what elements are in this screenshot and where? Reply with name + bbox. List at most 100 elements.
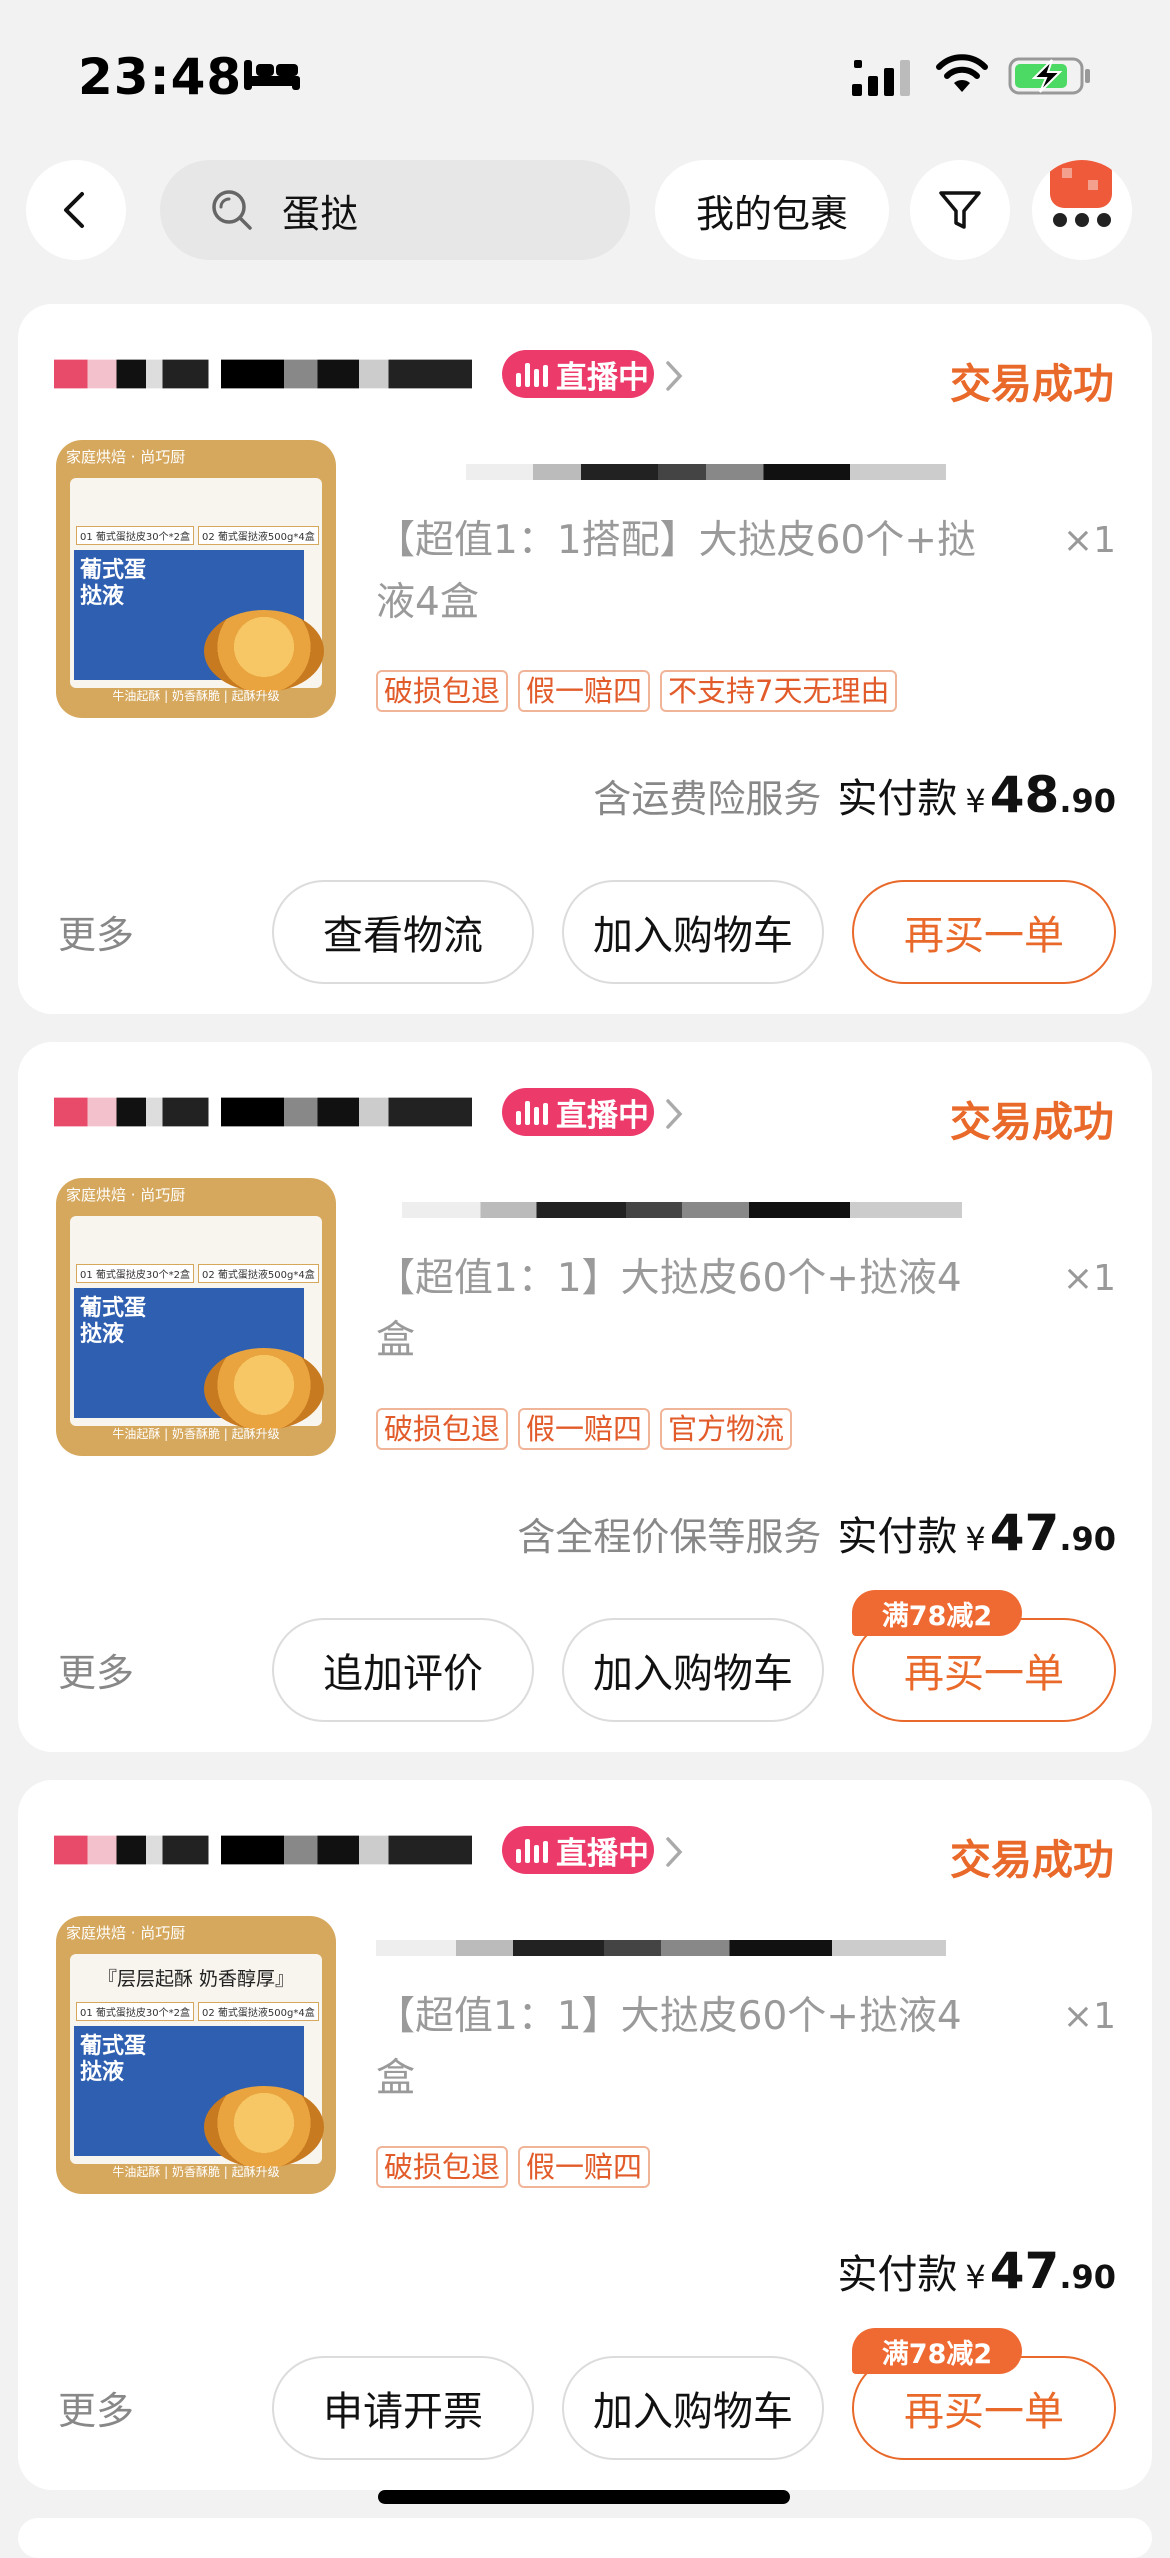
search-query: 蛋挞 — [282, 191, 359, 236]
search-input[interactable]: 蛋挞 — [160, 160, 630, 260]
service-tag: 破损包退 — [376, 670, 509, 712]
product-image-footer: 牛油起酥 | 奶香酥脆 | 起酥升级 — [112, 689, 280, 703]
order-status: 交易成功 — [950, 1836, 1114, 1884]
shop-name-redacted[interactable] — [54, 1835, 472, 1865]
status-bar: 23:48 — [0, 0, 1170, 150]
service-tag: 假一赔四 — [518, 1408, 651, 1450]
product-image-tag: 02 葡式蛋挞液500g*4盒 — [198, 2002, 319, 2021]
add-to-cart-button[interactable]: 加入购物车 — [562, 1618, 824, 1722]
more-dots-icon — [1050, 160, 1112, 227]
egg-tart-graphic — [204, 1348, 324, 1430]
paid-amount-decimal: .90 — [1059, 782, 1116, 820]
order-card[interactable]: 直播中 交易成功 家庭烘焙 · 尚巧厨 01 葡式蛋挞皮30个*2盒 02 葡式… — [18, 1042, 1152, 1752]
shop-row: 直播中 交易成功 — [54, 344, 1114, 408]
service-tags: 破损包退 假一赔四 — [376, 2146, 651, 2188]
live-bars-icon — [516, 1837, 548, 1863]
chevron-right-icon — [666, 361, 683, 391]
service-tag: 破损包退 — [376, 2146, 509, 2188]
live-label: 直播中 — [556, 359, 649, 396]
view-logistics-button[interactable]: 查看物流 — [272, 880, 534, 984]
paid-amount-integer: 48 — [989, 766, 1060, 824]
live-bars-icon — [516, 1099, 548, 1125]
currency-symbol: ¥ — [965, 1520, 986, 1558]
paid-label: 实付款 — [837, 776, 958, 822]
order-status: 交易成功 — [950, 360, 1114, 408]
product-box-text: 葡式蛋挞液 — [80, 1296, 147, 1347]
buy-again-button[interactable]: 再买一单 — [852, 880, 1116, 984]
back-button[interactable] — [26, 160, 126, 260]
product-image-footer: 牛油起酥 | 奶香酥脆 | 起酥升级 — [112, 2165, 280, 2179]
more-actions-link[interactable]: 更多 — [58, 904, 134, 959]
product-name-redacted — [402, 1202, 962, 1218]
product-box-text: 葡式蛋挞液 — [80, 2034, 147, 2085]
order-card[interactable]: 直播中 交易成功 家庭烘焙 · 尚巧厨 01 葡式蛋挞皮30个*2盒 02 葡式… — [18, 304, 1152, 1014]
live-badge[interactable]: 直播中 — [502, 350, 654, 398]
currency-symbol: ¥ — [965, 782, 986, 820]
product-name-redacted — [466, 464, 946, 480]
service-tags: 破损包退 假一赔四 不支持7天无理由 — [376, 670, 898, 712]
payment-row: 含全程价保等服务 实付款 ¥ 47 .90 — [517, 1504, 1116, 1562]
paid-amount-decimal: .90 — [1059, 1520, 1116, 1558]
service-tag: 官方物流 — [660, 1408, 793, 1450]
filter-button[interactable] — [910, 160, 1010, 260]
product-image-tag: 01 葡式蛋挞皮30个*2盒 — [76, 2002, 194, 2021]
payment-row: 实付款 ¥ 47 .90 — [837, 2242, 1116, 2300]
shop-name-redacted[interactable] — [54, 1097, 472, 1127]
more-actions-link[interactable]: 更多 — [58, 2380, 134, 2435]
shop-row: 直播中 交易成功 — [54, 1082, 1114, 1146]
more-actions-link[interactable]: 更多 — [58, 1642, 134, 1697]
product-image[interactable]: 家庭烘焙 · 尚巧厨 『层层起酥 奶香醇厚』 01 葡式蛋挞皮30个*2盒 02… — [56, 1916, 336, 2194]
product-image-slogan: 『层层起酥 奶香醇厚』 — [97, 1968, 295, 1990]
quantity: ×1 — [1062, 520, 1116, 561]
product-image[interactable]: 家庭烘焙 · 尚巧厨 01 葡式蛋挞皮30个*2盒 02 葡式蛋挞液500g*4… — [56, 1178, 336, 1456]
product-image-tag: 02 葡式蛋挞液500g*4盒 — [198, 526, 319, 545]
paid-label: 实付款 — [837, 2252, 958, 2298]
chevron-left-icon — [64, 192, 84, 228]
paid-label: 实付款 — [837, 1514, 958, 1560]
product-image-brand: 家庭烘焙 · 尚巧厨 — [66, 1186, 186, 1204]
product-image-brand: 家庭烘焙 · 尚巧厨 — [66, 448, 186, 466]
product-name-redacted — [376, 1940, 946, 1956]
service-note[interactable]: 含全程价保等服务 — [517, 1506, 821, 1561]
service-note[interactable]: 含运费险服务 — [593, 768, 821, 823]
discount-badge: 满78减2 — [852, 2328, 1022, 2374]
discount-badge: 满78减2 — [852, 1590, 1022, 1636]
request-invoice-button[interactable]: 申请开票 — [272, 2356, 534, 2460]
product-image-brand: 家庭烘焙 · 尚巧厨 — [66, 1924, 186, 1942]
product-box-text: 葡式蛋挞液 — [80, 558, 147, 609]
product-image-tag: 01 葡式蛋挞皮30个*2盒 — [76, 1264, 194, 1283]
product-title[interactable]: 【超值1：1】大挞皮60个+挞液4盒 — [376, 1248, 976, 1372]
service-tag: 假一赔四 — [518, 2146, 651, 2188]
chevron-right-icon — [666, 1099, 683, 1129]
product-image-tag: 01 葡式蛋挞皮30个*2盒 — [76, 526, 194, 545]
product-title[interactable]: 【超值1：1搭配】大挞皮60个+挞液4盒 — [376, 510, 976, 634]
my-packages-button[interactable]: 我的包裹 — [655, 160, 889, 260]
product-title[interactable]: 【超值1：1】大挞皮60个+挞液4盒 — [376, 1986, 976, 2110]
live-badge[interactable]: 直播中 — [502, 1826, 654, 1874]
filter-icon — [939, 191, 981, 229]
order-card-peek[interactable] — [18, 2518, 1152, 2558]
paid-amount-integer: 47 — [989, 2242, 1060, 2300]
status-time: 23:48 — [78, 48, 243, 106]
home-indicator[interactable] — [378, 2490, 790, 2504]
order-status: 交易成功 — [950, 1098, 1114, 1146]
payment-row: 含运费险服务 实付款 ¥ 48 .90 — [593, 766, 1116, 824]
paid-amount-decimal: .90 — [1059, 2258, 1116, 2296]
search-icon — [212, 190, 252, 230]
service-tag: 假一赔四 — [518, 670, 651, 712]
paid-amount-integer: 47 — [989, 1504, 1060, 1562]
chevron-right-icon — [666, 1837, 683, 1867]
live-label: 直播中 — [556, 1835, 649, 1872]
add-to-cart-button[interactable]: 加入购物车 — [562, 2356, 824, 2460]
live-badge[interactable]: 直播中 — [502, 1088, 654, 1136]
cellular-signal-icon — [852, 60, 910, 96]
shop-name-redacted[interactable] — [54, 359, 472, 389]
more-menu-button[interactable] — [1032, 160, 1132, 260]
service-tag: 破损包退 — [376, 1408, 509, 1450]
order-card[interactable]: 直播中 交易成功 家庭烘焙 · 尚巧厨 『层层起酥 奶香醇厚』 01 葡式蛋挞皮… — [18, 1780, 1152, 2490]
shop-row: 直播中 交易成功 — [54, 1820, 1114, 1884]
add-to-cart-button[interactable]: 加入购物车 — [562, 880, 824, 984]
add-review-button[interactable]: 追加评价 — [272, 1618, 534, 1722]
service-tag: 不支持7天无理由 — [660, 670, 898, 712]
product-image[interactable]: 家庭烘焙 · 尚巧厨 01 葡式蛋挞皮30个*2盒 02 葡式蛋挞液500g*4… — [56, 440, 336, 718]
